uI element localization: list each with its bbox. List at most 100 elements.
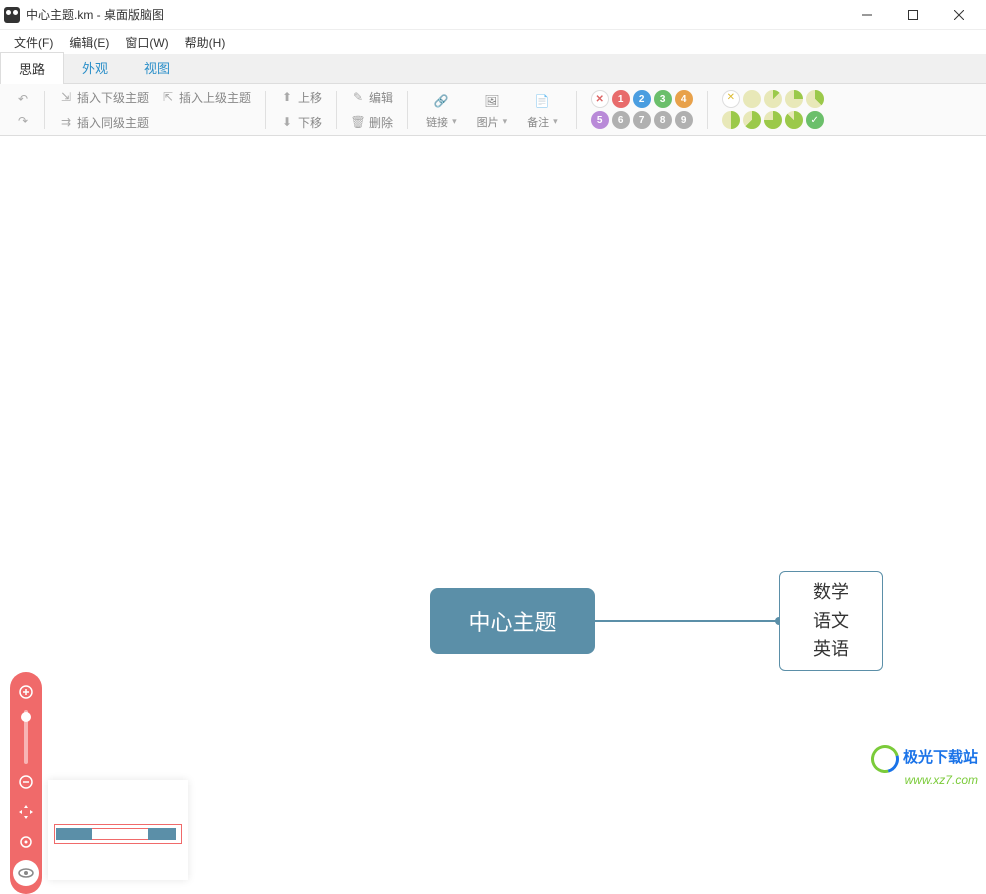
progress-7[interactable]	[785, 111, 803, 129]
arrow-up-icon: ⬆	[280, 90, 294, 104]
progress-6[interactable]	[764, 111, 782, 129]
progress-3[interactable]	[806, 90, 824, 108]
priority-9[interactable]: 9	[675, 111, 693, 129]
priority-2[interactable]: 2	[633, 90, 651, 108]
center-node-label: 中心主题	[468, 605, 556, 637]
insert-child-button[interactable]: ⇲ 插入下级主题	[53, 87, 155, 108]
priority-8[interactable]: 8	[654, 111, 672, 129]
priority-6[interactable]: 6	[612, 111, 630, 129]
undo-icon: ↶	[16, 92, 30, 106]
edit-button[interactable]: ✎ 编辑	[345, 87, 399, 108]
zoom-panel	[10, 672, 42, 894]
watermark-title: 极光下载站	[903, 749, 978, 766]
delete-button[interactable]: 🗑 删除	[345, 112, 399, 133]
label: 备注	[527, 114, 558, 130]
trash-icon: 🗑	[351, 115, 365, 129]
progress-8[interactable]: ✓	[806, 111, 824, 129]
child-node[interactable]: 数学 语文 英语	[779, 571, 883, 671]
arrow-down-icon: ⬇	[280, 115, 294, 129]
progress-2[interactable]	[785, 90, 803, 108]
menu-file[interactable]: 文件(F)	[6, 32, 61, 53]
window-controls	[844, 0, 982, 30]
image-dropdown[interactable]: 🖼 图片	[467, 90, 518, 130]
progress-group: ✓	[716, 90, 830, 129]
priority-3[interactable]: 3	[654, 90, 672, 108]
mindmap-canvas[interactable]: 中心主题 数学 语文 英语 极光下载站 www.xz7.com	[0, 136, 986, 793]
note-dropdown[interactable]: 📄 备注	[517, 90, 568, 130]
priority-5[interactable]: 5	[591, 111, 609, 129]
menu-edit[interactable]: 编辑(E)	[61, 32, 117, 53]
child-line-3: 英语	[813, 635, 849, 664]
insert-sibling-button[interactable]: ⇉ 插入同级主题	[53, 112, 257, 133]
label: 图片	[477, 114, 508, 130]
minimize-button[interactable]	[844, 0, 890, 30]
label: 删除	[369, 114, 393, 131]
priority-1[interactable]: 1	[612, 90, 630, 108]
pencil-icon: ✎	[351, 90, 365, 104]
separator	[707, 91, 708, 129]
tab-view[interactable]: 视图	[126, 52, 188, 83]
zoom-out-button[interactable]	[14, 770, 38, 794]
tab-appearance[interactable]: 外观	[64, 52, 126, 83]
child-line-2: 语文	[813, 607, 849, 636]
window-title: 中心主题.km - 桌面版脑图	[26, 6, 164, 23]
separator	[265, 91, 266, 129]
maximize-button[interactable]	[890, 0, 936, 30]
redo-button[interactable]: ↷	[10, 112, 36, 130]
node-connector	[595, 620, 779, 622]
zoom-in-button[interactable]	[14, 680, 38, 704]
priority-7[interactable]: 7	[633, 111, 651, 129]
progress-0[interactable]	[743, 90, 761, 108]
label: 上移	[298, 89, 322, 106]
label: 下移	[298, 114, 322, 131]
center-node[interactable]: 中心主题	[430, 588, 595, 654]
menu-help[interactable]: 帮助(H)	[177, 32, 234, 53]
image-icon: 🖼	[481, 90, 503, 112]
label: 插入上级主题	[179, 89, 251, 106]
app-icon	[4, 7, 20, 23]
link-icon: 🔗	[430, 90, 452, 112]
watermark-url: www.xz7.com	[871, 773, 978, 787]
insert-parent-button[interactable]: ⇱ 插入上级主题	[155, 87, 257, 108]
undo-button[interactable]: ↶	[10, 90, 36, 108]
preview-toggle-button[interactable]	[13, 860, 39, 886]
progress-4[interactable]	[722, 111, 740, 129]
separator	[576, 91, 577, 129]
note-icon: 📄	[531, 90, 553, 112]
pan-button[interactable]	[14, 800, 38, 824]
separator	[407, 91, 408, 129]
toolbar: ↶ ↷ ⇲插入下级主题 ⇱插入上级主题 ⇉插入同级主题 ⬆上移 ⬇下移 ✎编辑 …	[0, 84, 986, 136]
zoom-slider[interactable]	[24, 710, 28, 764]
priority-4[interactable]: 4	[675, 90, 693, 108]
child-line-1: 数学	[813, 578, 849, 607]
label: 插入下级主题	[77, 89, 149, 106]
menu-window[interactable]: 窗口(W)	[117, 32, 176, 53]
locate-button[interactable]	[14, 830, 38, 854]
progress-5[interactable]	[743, 111, 761, 129]
link-dropdown[interactable]: 🔗 链接	[416, 90, 467, 130]
progress-1[interactable]	[764, 90, 782, 108]
title-bar: 中心主题.km - 桌面版脑图	[0, 0, 986, 30]
label: 插入同级主题	[77, 114, 149, 131]
separator	[44, 91, 45, 129]
minimap[interactable]	[48, 780, 188, 880]
priority-clear[interactable]: ✕	[591, 90, 609, 108]
tab-idea[interactable]: 思路	[0, 52, 64, 84]
priority-group: ✕ 1 2 3 4 5 6 7 8 9	[585, 90, 699, 129]
redo-icon: ↷	[16, 114, 30, 128]
tree-child-icon: ⇲	[59, 90, 73, 104]
watermark: 极光下载站 www.xz7.com	[871, 745, 978, 787]
tree-parent-icon: ⇱	[161, 90, 175, 104]
close-button[interactable]	[936, 0, 982, 30]
tab-bar: 思路 外观 视图	[0, 54, 986, 84]
label: 编辑	[369, 89, 393, 106]
tree-sibling-icon: ⇉	[59, 115, 73, 129]
move-up-button[interactable]: ⬆ 上移	[274, 87, 328, 108]
progress-clear[interactable]	[722, 90, 740, 108]
watermark-logo-icon	[866, 740, 904, 778]
minimap-viewport[interactable]	[54, 824, 182, 844]
separator	[336, 91, 337, 129]
move-down-button[interactable]: ⬇ 下移	[274, 112, 328, 133]
menu-bar: 文件(F) 编辑(E) 窗口(W) 帮助(H)	[0, 30, 986, 54]
label: 链接	[426, 114, 457, 130]
